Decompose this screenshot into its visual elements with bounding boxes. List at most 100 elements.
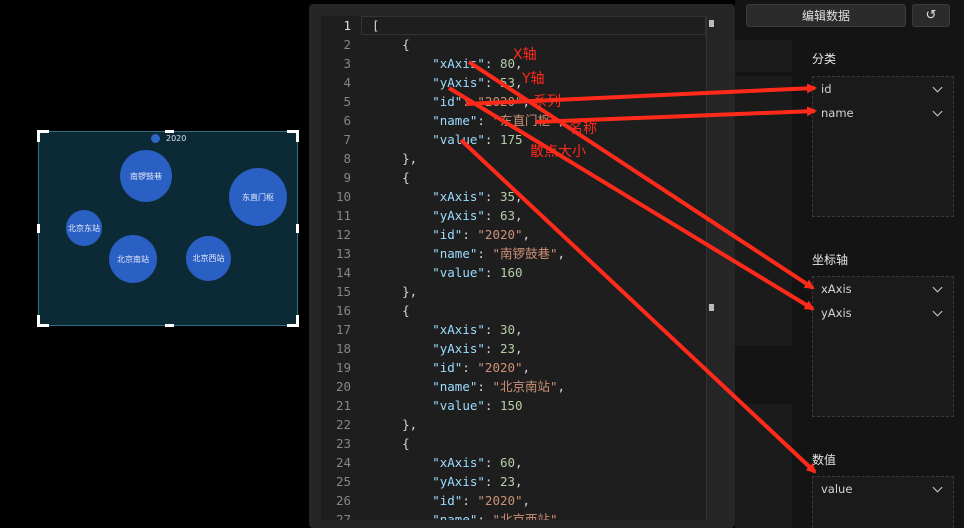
line-number: 5 <box>343 94 351 109</box>
line-number: 3 <box>343 56 351 71</box>
scrollbar-marker <box>709 304 714 311</box>
bubble-beijing-east[interactable]: 北京东站 <box>66 210 102 246</box>
resize-handle-bottom-left[interactable] <box>37 315 49 327</box>
line-number: 12 <box>335 227 351 242</box>
line-number: 6 <box>343 113 351 128</box>
line-number: 1 <box>343 18 351 33</box>
code-line[interactable]: { <box>372 168 706 187</box>
code-line[interactable]: "value": 160 <box>372 263 706 282</box>
field-xaxis[interactable]: xAxis <box>813 277 953 301</box>
json-code-editor[interactable]: 1 2 3 4 5 6 7 8 9 10 11 12 13 14 15 16 17 18 19 20 21 22 23 24 2… <box>321 16 718 520</box>
line-number: 17 <box>335 322 351 337</box>
chart-legend[interactable]: 2020 <box>151 134 186 143</box>
code-line[interactable]: [ <box>372 16 706 35</box>
annotation-label-size: 散点大小 <box>530 144 586 160</box>
line-number: 7 <box>343 132 351 147</box>
edit-data-button[interactable]: 编辑数据 <box>746 4 906 27</box>
code-line[interactable]: { <box>372 434 706 453</box>
annotation-label-series: 系列 <box>533 94 561 110</box>
line-number: 24 <box>335 455 351 470</box>
bubble-chart-widget[interactable]: 2020 南锣鼓巷 东直门枢 北京东站 北京南站 北京西站 <box>37 130 299 327</box>
resize-handle-right[interactable] <box>296 224 299 233</box>
scrollbar-marker <box>709 20 714 27</box>
line-number: 22 <box>335 417 351 432</box>
resize-handle-bottom[interactable] <box>165 324 174 327</box>
code-line[interactable]: "id": "2020", <box>372 358 706 377</box>
field-id[interactable]: id <box>813 77 953 101</box>
editor-scrollbar[interactable] <box>706 16 718 520</box>
line-number: 20 <box>335 379 351 394</box>
bubble-nanluoguxiang[interactable]: 南锣鼓巷 <box>120 150 172 202</box>
code-line[interactable]: "yAxis": 63, <box>372 206 706 225</box>
code-line[interactable]: "name": "南锣鼓巷", <box>372 244 706 263</box>
line-number: 27 <box>335 512 351 520</box>
legend-label: 2020 <box>166 134 187 143</box>
code-line[interactable]: "value": 150 <box>372 396 706 415</box>
chevron-down-icon[interactable] <box>932 482 943 492</box>
bubble-label: 东直门枢 <box>242 192 274 202</box>
chevron-down-icon[interactable] <box>932 282 943 292</box>
category-field-zone[interactable]: id name <box>812 76 954 217</box>
code-line[interactable]: { <box>372 301 706 320</box>
resize-handle-bottom-right[interactable] <box>287 315 299 327</box>
code-line[interactable]: "xAxis": 30, <box>372 320 706 339</box>
bubble-dongzhimen[interactable]: 东直门枢 <box>229 168 287 226</box>
code-line[interactable]: "yAxis": 23, <box>372 339 706 358</box>
line-number: 10 <box>335 189 351 204</box>
code-line[interactable]: "id": "2020", <box>372 225 706 244</box>
code-line[interactable]: }, <box>372 415 706 434</box>
code-line[interactable]: "name": "东直门枢", <box>372 111 706 130</box>
section-title-category: 分类 <box>812 52 837 66</box>
code-line[interactable]: }, <box>372 282 706 301</box>
code-line[interactable]: "id": "2020", <box>372 491 706 510</box>
chevron-down-icon[interactable] <box>932 82 943 92</box>
resize-handle-top-left[interactable] <box>37 130 49 142</box>
code-line[interactable]: { <box>372 35 706 54</box>
bubble-beijing-west[interactable]: 北京西站 <box>186 236 231 281</box>
value-field-zone[interactable]: value <box>812 476 954 528</box>
bubble-beijing-south[interactable]: 北京南站 <box>109 235 157 283</box>
annotation-label-x: X轴 <box>513 47 537 63</box>
resize-handle-left[interactable] <box>37 224 40 233</box>
resize-handle-top[interactable] <box>165 130 174 133</box>
code-line[interactable]: "yAxis": 23, <box>372 472 706 491</box>
field-label: xAxis <box>821 282 852 296</box>
field-label: name <box>821 106 854 120</box>
field-label: value <box>821 482 853 496</box>
reset-button[interactable]: ↺ <box>912 4 950 27</box>
line-number: 11 <box>335 208 351 223</box>
line-number: 2 <box>343 37 351 52</box>
line-number: 21 <box>335 398 351 413</box>
line-number: 26 <box>335 493 351 508</box>
bubble-label: 北京南站 <box>117 254 149 264</box>
code-line[interactable]: "name": "北京南站", <box>372 377 706 396</box>
line-number: 9 <box>343 170 351 185</box>
axis-field-zone[interactable]: xAxis yAxis <box>812 276 954 417</box>
code-line[interactable]: "name": "北京西站", <box>372 510 706 520</box>
reset-icon: ↺ <box>925 8 937 23</box>
bubble-label: 北京东站 <box>68 223 100 233</box>
line-number-gutter: 1 2 3 4 5 6 7 8 9 10 11 12 13 14 15 16 17 18 19 20 21 22 23 24 2… <box>321 16 361 520</box>
line-number: 25 <box>335 474 351 489</box>
line-number: 23 <box>335 436 351 451</box>
line-number: 15 <box>335 284 351 299</box>
code-line[interactable]: "xAxis": 60, <box>372 453 706 472</box>
legend-dot-icon <box>151 134 160 143</box>
code-line[interactable]: "xAxis": 35, <box>372 187 706 206</box>
field-yaxis[interactable]: yAxis <box>813 301 953 325</box>
annotation-label-y: Y轴 <box>522 71 545 87</box>
field-value[interactable]: value <box>813 477 953 501</box>
chevron-down-icon[interactable] <box>932 306 943 316</box>
panel-background-block <box>735 404 792 528</box>
section-title-value: 数值 <box>812 453 837 467</box>
line-number: 14 <box>335 265 351 280</box>
line-number: 4 <box>343 75 351 90</box>
chevron-down-icon[interactable] <box>932 106 943 116</box>
edit-data-label: 编辑数据 <box>801 9 850 23</box>
line-number: 19 <box>335 360 351 375</box>
line-number: 16 <box>335 303 351 318</box>
bubble-label: 北京西站 <box>192 254 225 263</box>
field-name[interactable]: name <box>813 101 953 125</box>
field-label: yAxis <box>821 306 852 320</box>
resize-handle-top-right[interactable] <box>287 130 299 142</box>
